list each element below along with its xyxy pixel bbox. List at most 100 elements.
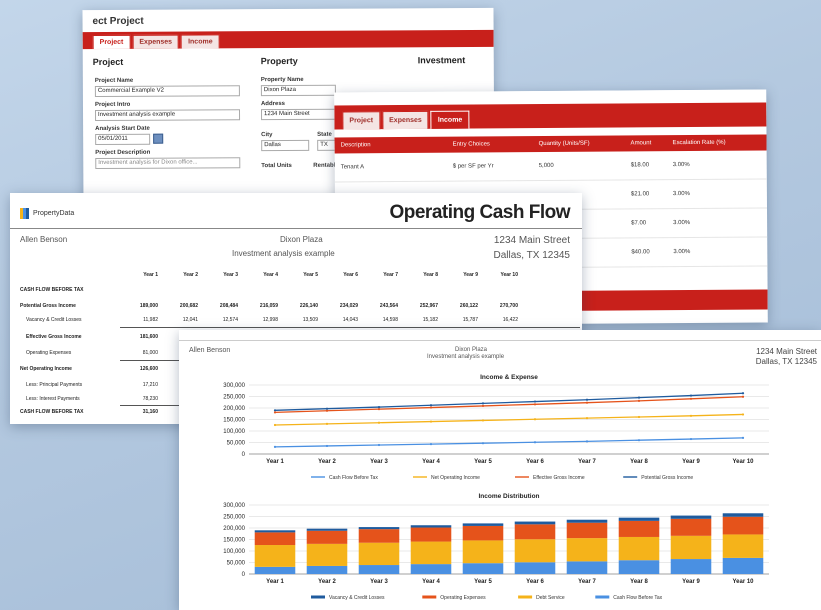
tab-income[interactable]: Income — [181, 34, 220, 49]
tab-project[interactable]: Project — [342, 111, 381, 130]
chart-title: Income Distribution — [478, 493, 539, 500]
bar-segment — [618, 560, 660, 574]
x-tick-label: Year 5 — [474, 459, 492, 465]
bar-segment — [410, 525, 452, 528]
cell-description[interactable]: Tenant A — [335, 164, 447, 171]
section-project-heading: Project — [92, 56, 124, 68]
y-tick-label: 50,000 — [227, 561, 246, 567]
bar-segment — [254, 532, 296, 546]
col-description: Description — [340, 142, 371, 149]
bar-segment — [410, 541, 452, 565]
data-point — [637, 396, 641, 399]
x-tick-label: Year 1 — [266, 459, 284, 465]
data-point — [429, 420, 433, 423]
project-name-input[interactable]: Commercial Example V2 — [94, 85, 240, 98]
x-tick-label: Year 3 — [370, 459, 388, 465]
project-desc-input[interactable]: Investment analysis for Dixon office... — [95, 157, 241, 170]
cell-amount[interactable]: $40.00 — [625, 249, 667, 255]
cell-escalation[interactable]: 3.00% — [667, 161, 767, 168]
window-title: ect Project — [92, 15, 144, 28]
charts-report: Allen Benson Dixon Plaza Investment anal… — [179, 330, 821, 610]
tab-income[interactable]: Income — [430, 110, 470, 129]
bar-segment — [618, 536, 660, 561]
bar-segment — [514, 524, 556, 540]
property-name-input[interactable]: Dixon Plaza — [260, 84, 336, 97]
bar-segment — [462, 523, 504, 526]
legend-label: Debt Service — [536, 595, 565, 601]
table-row: Vacancy & Credit Losses 11,982 12,041 12… — [26, 317, 518, 323]
bar-segment — [358, 542, 400, 566]
bar-segment — [722, 534, 764, 558]
legend-label: Net Operating Income — [431, 475, 480, 481]
calendar-icon[interactable] — [153, 133, 164, 144]
report-title: Operating Cash Flow — [389, 202, 570, 223]
bar-segment — [514, 521, 556, 525]
year-col: Year 10 — [500, 272, 518, 278]
y-tick-label: 200,000 — [223, 406, 245, 412]
data-point — [377, 408, 381, 411]
city-input[interactable]: Dallas — [261, 139, 310, 152]
tab-project[interactable]: Project — [92, 34, 131, 50]
data-point — [273, 423, 277, 427]
data-point — [741, 392, 745, 395]
data-point — [377, 421, 381, 424]
data-point — [325, 409, 329, 412]
bar-segment — [254, 545, 296, 567]
data-point — [429, 404, 433, 407]
property-name-label: Property Name — [260, 76, 304, 84]
report-subtitle: Investment analysis example — [232, 249, 335, 258]
bar-segment — [410, 564, 452, 574]
cell-quantity[interactable]: 5,000 — [533, 162, 625, 169]
x-tick-label: Year 7 — [578, 579, 596, 585]
section-investment-heading: Investment — [417, 55, 466, 66]
address-input[interactable]: 1234 Main Street — [261, 108, 337, 121]
year-col: Year 4 — [263, 272, 278, 278]
x-tick-label: Year 3 — [370, 579, 388, 585]
table-row: Operating Expenses 81,000 — [26, 350, 158, 356]
tab-expenses[interactable]: Expenses — [132, 34, 180, 49]
bar-segment — [462, 540, 504, 564]
bar-segment — [670, 535, 712, 560]
table-row: Potential Gross Income 189,000 200,682 2… — [20, 303, 518, 309]
data-point — [533, 441, 537, 444]
bar-segment — [670, 518, 712, 536]
state-select[interactable]: TX — [317, 139, 337, 151]
cell-escalation[interactable]: 3.00% — [667, 219, 767, 226]
cell-entry-choice[interactable]: $ per SF per Yr — [447, 163, 533, 170]
project-tabbar: Project Expenses Income — [82, 29, 494, 50]
chart-title: Income & Expense — [480, 374, 538, 381]
cell-amount[interactable]: $21.00 — [625, 191, 667, 197]
data-point — [533, 418, 537, 421]
cell-amount[interactable]: $18.00 — [625, 162, 667, 168]
cell-amount[interactable]: $7.00 — [625, 220, 667, 226]
state-label: State — [317, 131, 332, 138]
y-tick-label: 100,000 — [223, 549, 245, 555]
tab-expenses[interactable]: Expenses — [382, 110, 429, 130]
data-point — [377, 443, 381, 447]
data-point — [533, 403, 537, 406]
x-tick-label: Year 4 — [422, 459, 440, 465]
project-intro-input[interactable]: Investment analysis example — [95, 109, 241, 122]
bar-segment — [514, 539, 556, 563]
address-text: 1234 Main Street — [493, 235, 570, 246]
bar-segment — [254, 530, 296, 533]
y-tick-label: 200,000 — [223, 526, 245, 532]
analysis-start-input[interactable]: 05/01/2011 — [95, 133, 151, 146]
data-point — [585, 398, 589, 401]
data-point — [689, 394, 693, 397]
legend-label: Cash Flow Before Tax — [613, 595, 662, 601]
cell-escalation[interactable]: 3.00% — [667, 190, 767, 197]
bar-segment — [358, 527, 400, 530]
bar-segment — [306, 543, 348, 566]
section-heading: CASH FLOW BEFORE TAX — [20, 287, 84, 293]
table-row[interactable]: Tenant A $ per SF per Yr 5,000 $18.00 3.… — [334, 150, 767, 183]
year-col: Year 1 — [143, 272, 158, 278]
data-point — [637, 399, 641, 402]
cell-escalation[interactable]: 3.00% — [667, 248, 767, 255]
property-name: Dixon Plaza — [280, 235, 323, 244]
data-point — [689, 437, 693, 441]
y-tick-label: 100,000 — [223, 429, 245, 435]
bar-segment — [358, 565, 400, 574]
x-tick-label: Year 2 — [318, 459, 336, 465]
col-amount: Amount — [630, 140, 652, 147]
